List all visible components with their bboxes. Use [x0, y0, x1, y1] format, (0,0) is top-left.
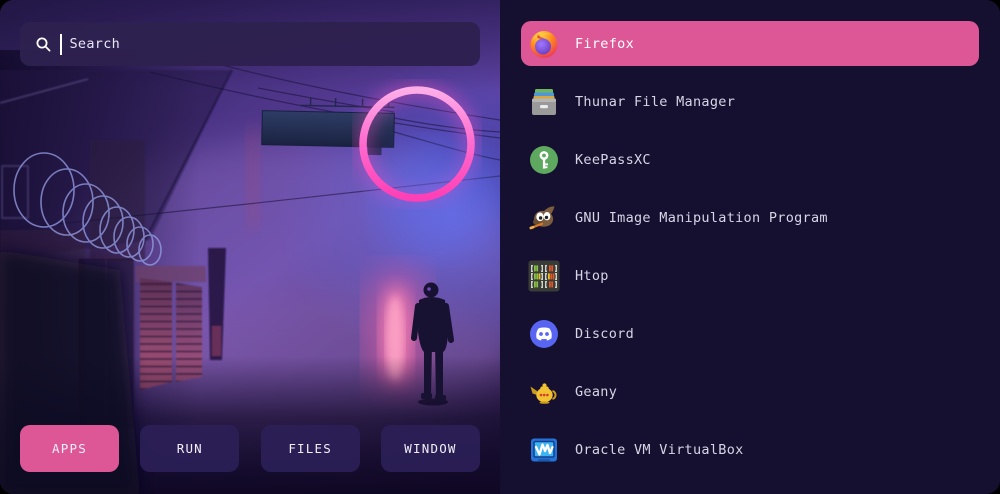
htop-icon — [528, 260, 560, 292]
gimp-icon — [528, 202, 560, 234]
app-label: Thunar File Manager — [575, 94, 735, 110]
tab-window[interactable]: WINDOW — [381, 425, 480, 472]
launcher-window: Search APPS RUN FILES WINDOW — [0, 0, 1000, 494]
geany-icon — [528, 376, 560, 408]
wallpaper-background — [0, 0, 500, 494]
search-placeholder: Search — [70, 36, 121, 52]
app-row-thunar[interactable]: Thunar File Manager — [521, 79, 979, 124]
app-row-keepassxc[interactable]: KeePassXC — [521, 137, 979, 182]
app-row-gimp[interactable]: GNU Image Manipulation Program — [521, 195, 979, 240]
discord-icon — [528, 318, 560, 350]
app-label: Discord — [575, 326, 634, 342]
app-label: GNU Image Manipulation Program — [575, 210, 828, 226]
tab-files[interactable]: FILES — [261, 425, 360, 472]
app-label: Htop — [575, 268, 609, 284]
tab-apps[interactable]: APPS — [20, 425, 119, 472]
app-row-firefox[interactable]: Firefox — [521, 21, 979, 66]
app-row-geany[interactable]: Geany — [521, 369, 979, 414]
virtualbox-icon — [528, 434, 560, 466]
tab-run[interactable]: RUN — [140, 425, 239, 472]
search-input[interactable]: Search — [20, 22, 480, 66]
app-label: KeePassXC — [575, 152, 651, 168]
app-row-discord[interactable]: Discord — [521, 311, 979, 356]
app-list: Firefox Thunar File Manager — [500, 0, 1000, 494]
app-label: Oracle VM VirtualBox — [575, 442, 744, 458]
app-label: Firefox — [575, 36, 634, 52]
app-label: Geany — [575, 384, 617, 400]
search-icon — [35, 36, 52, 53]
firefox-icon — [528, 28, 560, 60]
keepassxc-icon — [528, 144, 560, 176]
text-cursor — [60, 34, 62, 55]
app-row-virtualbox[interactable]: Oracle VM VirtualBox — [521, 427, 979, 472]
thunar-icon — [528, 86, 560, 118]
app-row-htop[interactable]: Htop — [521, 253, 979, 298]
mode-tabs: APPS RUN FILES WINDOW — [0, 425, 500, 494]
left-panel: Search APPS RUN FILES WINDOW — [0, 0, 500, 494]
